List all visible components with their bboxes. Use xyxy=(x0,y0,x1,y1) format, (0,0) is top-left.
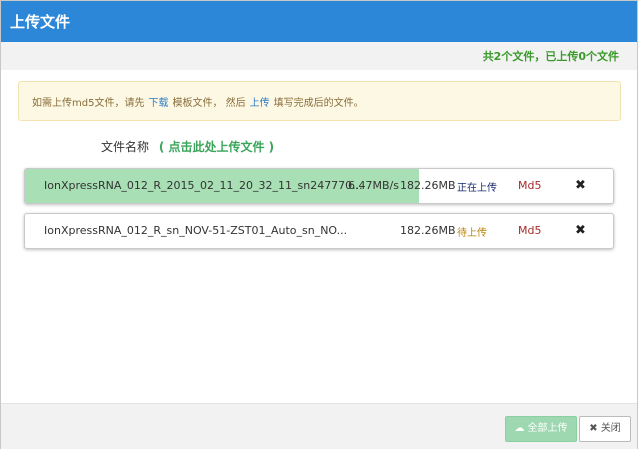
file-name: IonXpressRNA_012_R_2015_02_11_20_32_11_s… xyxy=(44,179,363,192)
upload-template-link[interactable]: 上传 xyxy=(250,98,270,109)
upload-summary: 共2个文件，已上传0个文件 xyxy=(482,50,619,63)
md5-link[interactable]: Md5 xyxy=(518,224,541,237)
file-list-header: 文件名称 ( 点击此处上传文件 ) xyxy=(101,138,274,155)
dialog-header: 上传文件 xyxy=(1,1,637,42)
md5-link[interactable]: Md5 xyxy=(518,179,541,192)
upload-status: 正在上传 xyxy=(457,183,497,194)
upload-all-label: 全部上传 xyxy=(527,423,568,434)
file-name: IonXpressRNA_012_R_sn_NOV-51-ZST01_Auto_… xyxy=(44,224,348,237)
close-icon: ✖ xyxy=(589,423,598,434)
close-icon[interactable]: ✖ xyxy=(575,178,586,193)
close-label: 关闭 xyxy=(600,423,621,434)
click-to-upload-link[interactable]: ( 点击此处上传文件 ) xyxy=(159,140,274,154)
notice-text-middle: 模板文件， 然后 xyxy=(172,98,246,109)
upload-dialog: 上传文件 共2个文件，已上传0个文件 如需上传md5文件，请先 下载 模板文件， 然… xyxy=(0,0,638,449)
dialog-title: 上传文件 xyxy=(10,13,71,31)
file-size: 182.26MB xyxy=(400,179,456,192)
notice-text-after: 填写完成后的文件。 xyxy=(273,98,364,109)
close-icon[interactable]: ✖ xyxy=(575,223,586,238)
file-name-column-label: 文件名称 xyxy=(101,140,150,154)
file-row: IonXpressRNA_012_R_sn_NOV-51-ZST01_Auto_… xyxy=(24,213,614,249)
file-size: 182.26MB xyxy=(400,224,456,237)
upload-all-button[interactable]: ☁ 全部上传 xyxy=(505,416,577,442)
close-button[interactable]: ✖ 关闭 xyxy=(579,416,631,442)
md5-notice: 如需上传md5文件，请先 下载 模板文件， 然后 上传 填写完成后的文件。 xyxy=(18,81,621,121)
dialog-footer: ☁ 全部上传 ✖ 关闭 xyxy=(1,403,637,449)
notice-text-before: 如需上传md5文件，请先 xyxy=(32,98,145,109)
cloud-upload-icon: ☁ xyxy=(514,423,525,434)
file-row: IonXpressRNA_012_R_2015_02_11_20_32_11_s… xyxy=(24,168,614,204)
notice-text: 如需上传md5文件，请先 下载 模板文件， 然后 上传 填写完成后的文件。 xyxy=(32,94,364,109)
download-template-link[interactable]: 下载 xyxy=(148,98,168,109)
summary-bar: 共2个文件，已上传0个文件 xyxy=(1,42,637,70)
upload-speed: 6.47MB/s xyxy=(348,179,399,192)
upload-status: 待上传 xyxy=(457,228,487,239)
